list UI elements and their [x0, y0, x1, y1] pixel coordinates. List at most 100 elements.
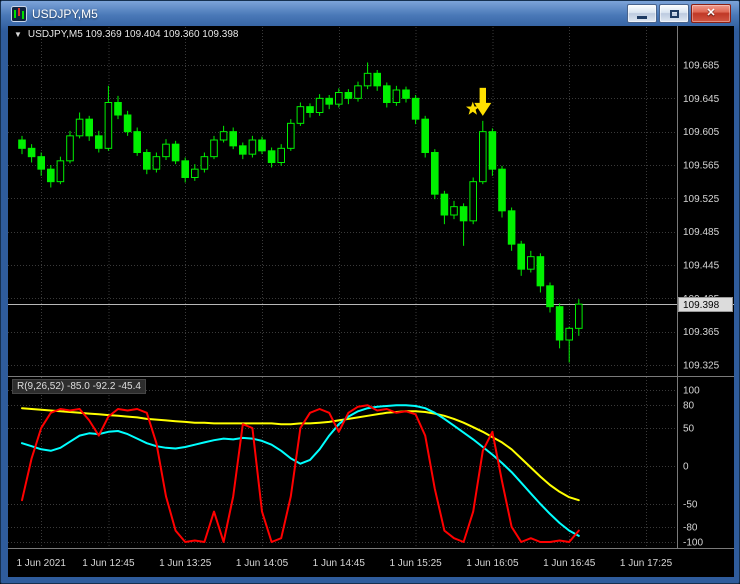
candle: [171, 143, 180, 162]
candle: [162, 143, 170, 158]
price-axis-label: 109.685: [683, 61, 720, 72]
close-icon: ✕: [706, 7, 716, 19]
titlebar[interactable]: USDJPY,M5 ✕: [8, 1, 732, 26]
time-axis-label: 1 Jun 16:05: [466, 558, 519, 569]
indicator-axis-label: 80: [683, 401, 695, 412]
axis-labels: 109.685 109.645 109.605 109.565 109.525 109.4…: [16, 61, 719, 570]
candle: [47, 168, 55, 183]
candle: [296, 106, 305, 124]
window-controls: ✕: [627, 4, 731, 23]
ohlc-header: ▼ USDJPY,M5 109.369 109.404 109.360 109.…: [14, 29, 238, 40]
series-R26: [21, 404, 580, 537]
time-axis-label: 1 Jun 13:25: [159, 558, 212, 569]
price-axis-label: 109.365: [683, 327, 720, 338]
minimize-button[interactable]: [627, 4, 657, 23]
close-button[interactable]: ✕: [691, 4, 731, 23]
candle: [181, 160, 189, 178]
maximize-button[interactable]: [659, 4, 689, 23]
minimize-icon: [637, 15, 647, 19]
candle: [315, 97, 324, 114]
indicator-axis-label: 0: [683, 462, 689, 473]
candle: [200, 156, 209, 170]
candle: [440, 193, 449, 216]
candle: [133, 131, 142, 153]
time-axis-label: 1 Jun 12:45: [82, 558, 135, 569]
candle: [75, 118, 84, 137]
one-click-trading-icon[interactable]: ▼: [14, 30, 22, 39]
indicator-axis-label: 50: [683, 424, 695, 435]
candle: [498, 168, 506, 212]
indicator-axis-label: -80: [683, 522, 698, 533]
sell-signal: [466, 87, 492, 116]
indicator-label: R(9,26,52) -85.0 -92.2 -45.4: [12, 379, 146, 394]
maximize-icon: [669, 9, 679, 18]
chart-content: 109.685 109.645 109.605 109.565 109.525 109.4…: [8, 26, 734, 577]
series-R9: [21, 404, 580, 543]
price-axis-label: 109.605: [683, 127, 720, 138]
candle: [239, 145, 247, 155]
candle: [335, 92, 343, 105]
chart-canvas[interactable]: 109.685 109.645 109.605 109.565 109.525 109.4…: [8, 26, 734, 577]
indicator-axis-label: -100: [683, 538, 703, 549]
candle: [383, 85, 391, 103]
candle: [123, 114, 132, 133]
candle: [37, 156, 45, 170]
chart-window: USDJPY,M5 ✕ 109.685 109.645 109.605 109.565…: [0, 0, 740, 584]
time-axis-label: 1 Jun 14:45: [313, 558, 366, 569]
candle: [546, 285, 554, 308]
candle: [421, 118, 429, 153]
chart-app-icon[interactable]: [11, 5, 27, 22]
candle: [517, 243, 525, 270]
candle: [287, 122, 295, 149]
candle: [527, 256, 535, 270]
candle: [459, 206, 468, 222]
candle: [325, 97, 333, 105]
candles-layer: [18, 62, 583, 363]
candle: [66, 135, 74, 162]
time-axis-label: 1 Jun 15:25: [389, 558, 442, 569]
time-axis-label: 1 Jun 17:25: [620, 558, 673, 569]
candle: [354, 85, 362, 99]
price-axis-label: 109.325: [683, 361, 720, 372]
candle: [258, 139, 266, 152]
candle: [344, 92, 353, 99]
candle: [575, 303, 583, 329]
candle: [565, 327, 574, 341]
candle: [431, 152, 439, 195]
candle: [306, 106, 314, 113]
candle: [277, 147, 285, 164]
indicator-axis-label: 100: [683, 386, 700, 397]
price-axis-label: 109.485: [683, 227, 720, 238]
indicator-lines: [21, 404, 580, 543]
candle: [191, 168, 199, 179]
candle: [248, 139, 257, 155]
candle: [95, 135, 103, 149]
candle: [143, 152, 151, 170]
candle: [267, 150, 276, 164]
candle: [85, 118, 94, 137]
candle: [536, 256, 545, 287]
window-title: USDJPY,M5: [32, 6, 98, 21]
candle: [210, 139, 218, 158]
candle: [219, 131, 228, 141]
time-axis-label: 1 Jun 2021: [16, 558, 66, 569]
candle: [229, 131, 237, 147]
ohlc-text: USDJPY,M5 109.369 109.404 109.360 109.39…: [27, 29, 239, 40]
time-axis-label: 1 Jun 14:05: [236, 558, 289, 569]
price-axis-label: 109.525: [683, 194, 720, 205]
price-axis-label: 109.645: [683, 94, 720, 105]
candle: [392, 89, 401, 103]
candle: [152, 156, 161, 170]
candle: [402, 89, 410, 99]
candle: [479, 131, 487, 183]
candle: [114, 102, 122, 116]
candle: [450, 206, 458, 216]
candle: [507, 210, 516, 245]
candle: [411, 97, 420, 120]
time-axis-label: 1 Jun 16:45: [543, 558, 596, 569]
candle: [56, 160, 65, 183]
bid-price-tag: 109.398: [678, 297, 733, 312]
candle: [18, 139, 26, 149]
candle: [469, 181, 477, 222]
price-axis-label: 109.565: [683, 161, 720, 172]
